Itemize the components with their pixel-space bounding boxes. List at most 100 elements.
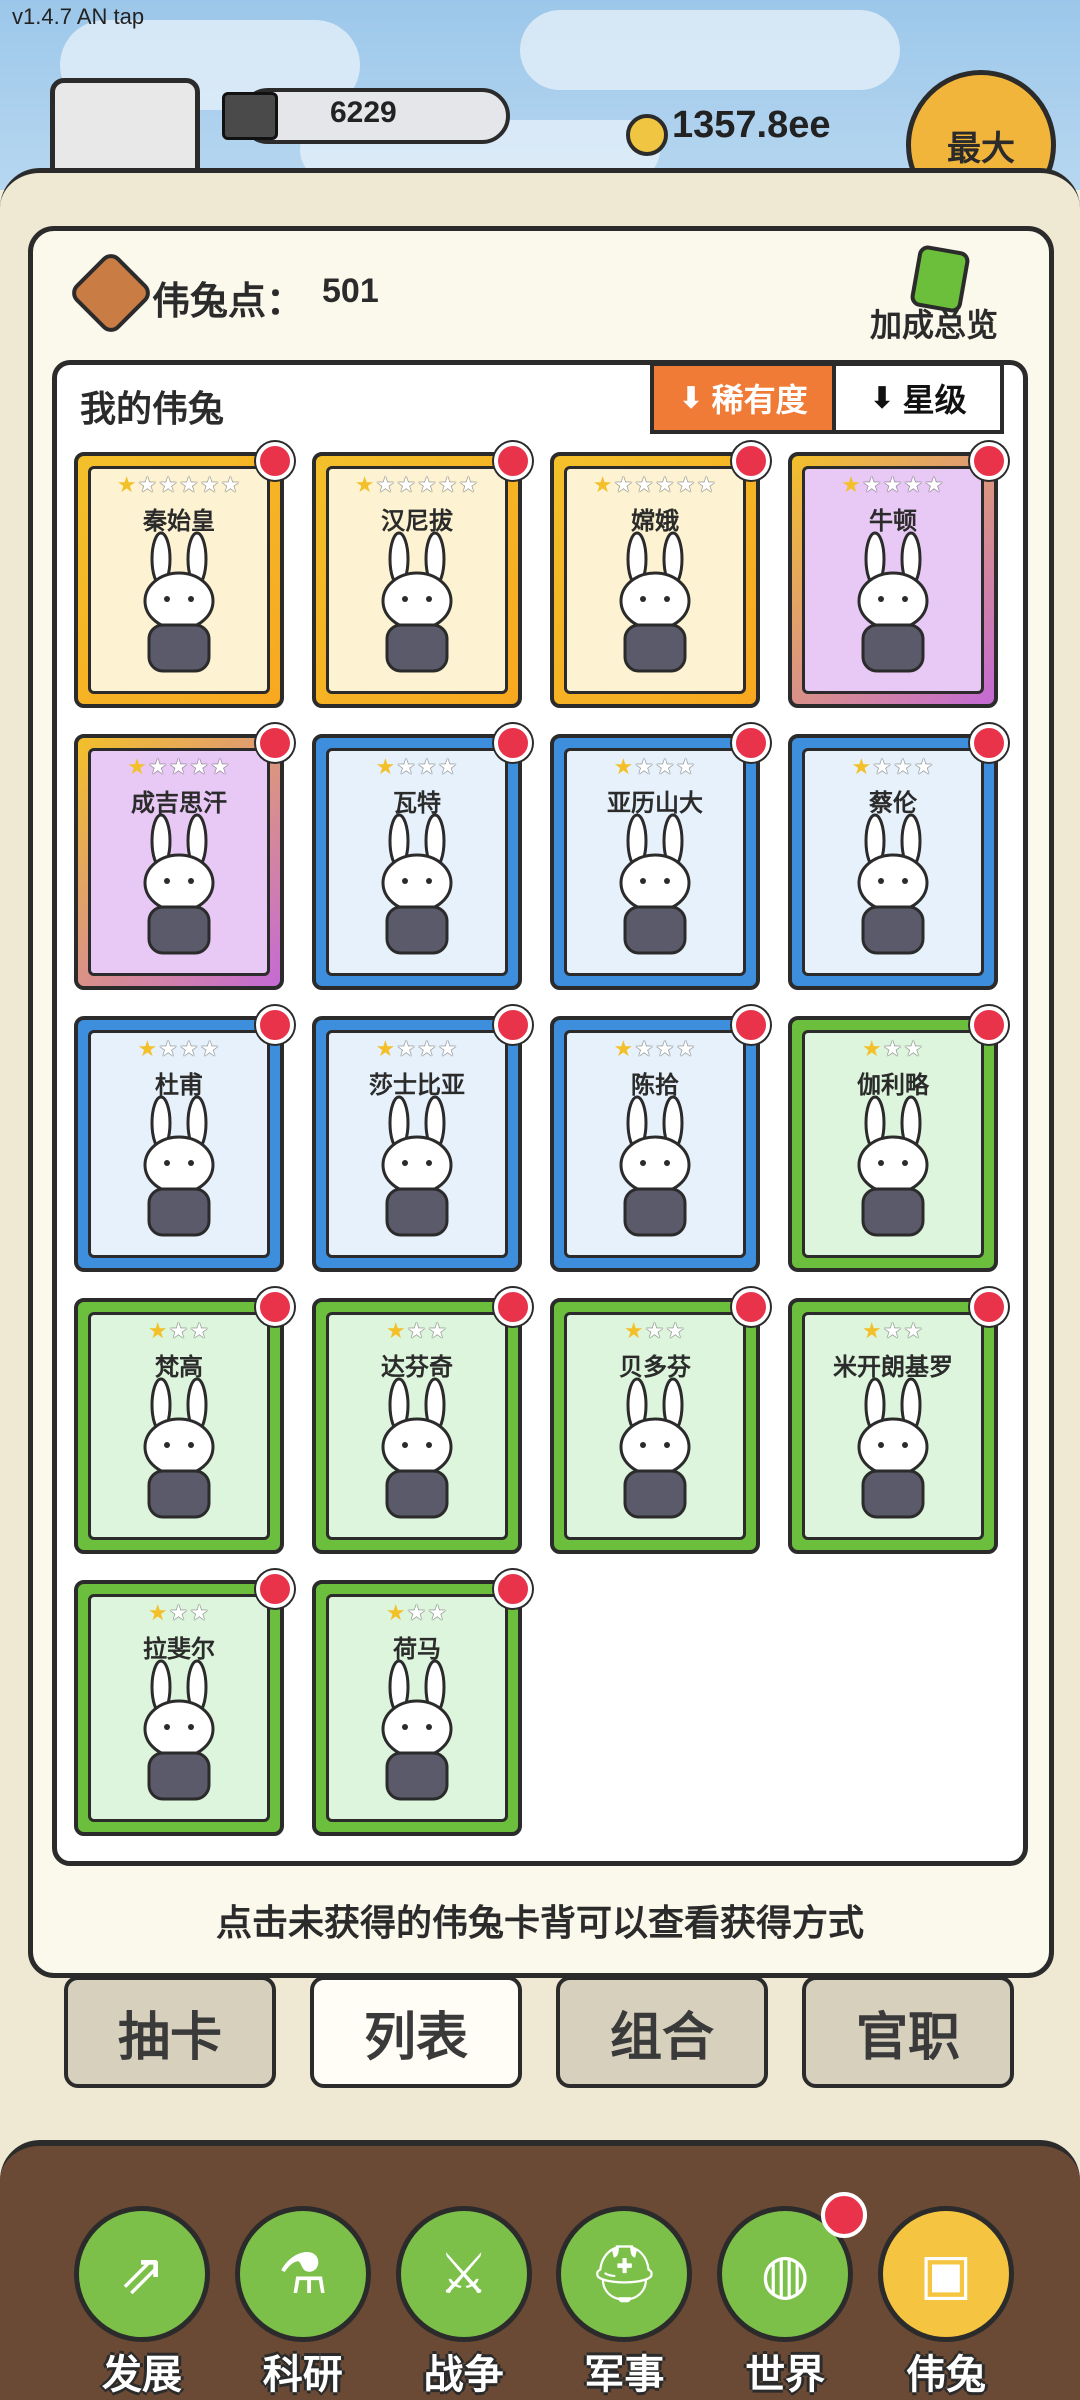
star-icon: ★ (417, 473, 438, 498)
nav-item[interactable]: ▣ 伟兔 (877, 2206, 1014, 2398)
new-badge (256, 1288, 294, 1326)
new-badge (256, 1006, 294, 1044)
points-value: 501 (322, 272, 379, 310)
star-icon: ★ (210, 755, 231, 780)
star-icon: ★ (127, 755, 148, 780)
hero-card[interactable]: ★★★★ 瓦特 (312, 724, 532, 990)
star-rating: ★★★★ (91, 1037, 267, 1062)
bunny-portrait-icon (857, 1377, 929, 1519)
star-rating: ★★★★ (329, 1037, 505, 1062)
new-badge (494, 724, 532, 762)
star-rating: ★★★★ (805, 755, 981, 780)
nav-item[interactable]: ⛑ 军事 (556, 2206, 693, 2398)
new-badge (970, 1006, 1008, 1044)
nav-item[interactable]: ⇗ 发展 (74, 2206, 210, 2398)
star-icon: ★ (655, 473, 676, 498)
hero-card[interactable]: ★★★★ 陈拾 (550, 1006, 770, 1272)
star-icon: ★ (634, 1037, 655, 1062)
new-badge (970, 442, 1008, 480)
tab-combo[interactable]: 组合 (556, 1976, 768, 2088)
nav-button[interactable]: ⚗ (234, 2206, 371, 2342)
hero-card[interactable]: ★★★★ 蔡伦 (788, 724, 1008, 990)
star-rating: ★★★ (91, 1601, 267, 1626)
star-rating: ★★★ (329, 1601, 505, 1626)
hero-card[interactable]: ★★★ 贝多芬 (550, 1288, 770, 1554)
bunny-portrait-icon (143, 531, 215, 673)
research-flask-icon: ⚗ (277, 2241, 328, 2307)
star-icon: ★ (861, 1037, 883, 1062)
nav-item[interactable]: ⚗ 科研 (234, 2206, 371, 2398)
notification-badge (821, 2192, 868, 2238)
nav-label: 发展 (102, 2352, 182, 2398)
star-icon: ★ (158, 1037, 179, 1062)
tab-office[interactable]: 官职 (802, 1976, 1014, 2088)
star-icon: ★ (354, 473, 376, 498)
bunny-portrait-icon (143, 1377, 215, 1519)
tab-list[interactable]: 列表 (310, 1976, 522, 2088)
star-rating: ★★★★★ (805, 473, 981, 498)
star-icon: ★ (168, 1601, 190, 1626)
hero-card[interactable]: ★★★ 荷马 (312, 1570, 532, 1836)
star-icon: ★ (147, 755, 169, 780)
sort-rarity-button[interactable]: ⬇ 稀有度 (654, 366, 836, 430)
hero-card[interactable]: ★★★ 达芬奇 (312, 1288, 532, 1554)
hero-card[interactable]: ★★★ 伽利略 (788, 1006, 1008, 1272)
sort-group: ⬇ 稀有度 ⬇ 星级 (650, 362, 1004, 434)
star-rating: ★★★ (91, 1319, 267, 1344)
card-face: ★★★ 伽利略 (802, 1030, 984, 1258)
star-rating: ★★★★★★ (91, 473, 267, 498)
card-face: ★★★★ 杜甫 (88, 1030, 270, 1258)
star-icon: ★ (623, 1319, 645, 1344)
bunny-portrait-icon (143, 1095, 215, 1237)
bonus-overview-button[interactable]: 加成总览 (870, 300, 998, 346)
hero-card[interactable]: ★★★ 拉斐尔 (74, 1570, 294, 1836)
star-rating: ★★★★★ (91, 755, 267, 780)
sort-star-button[interactable]: ⬇ 星级 (836, 366, 1000, 430)
bottom-nav-items: ⇗ 发展 ⚗ 科研 ⚔ 战争 ⛑ 军事 ◍ 世界 ▣ 伟兔 (74, 2192, 1014, 2398)
new-badge (494, 442, 532, 480)
hero-card[interactable]: ★★★★★★ 汉尼拔 (312, 442, 532, 708)
bunny-portrait-icon (857, 531, 929, 673)
star-icon: ★ (385, 1601, 407, 1626)
hero-card[interactable]: ★★★★★ 成吉思汗 (74, 724, 294, 990)
hero-card[interactable]: ★★★★ 亚历山大 (550, 724, 770, 990)
nav-button[interactable]: ⇗ (74, 2206, 210, 2342)
hero-card[interactable]: ★★★★★★ 嫦娥 (550, 442, 770, 708)
star-icon: ★ (406, 1319, 428, 1344)
star-icon: ★ (375, 473, 397, 498)
star-icon: ★ (644, 1319, 666, 1344)
hero-card[interactable]: ★★★★★★ 秦始皇 (74, 442, 294, 708)
star-icon: ★ (675, 755, 697, 780)
list-title: 我的伟兔 (80, 389, 225, 430)
hero-card[interactable]: ★★★★ 莎士比亚 (312, 1006, 532, 1272)
section-tabs: 抽卡 列表 组合 官职 (64, 1976, 1016, 2088)
hero-card[interactable]: ★★★ 梵高 (74, 1288, 294, 1554)
hero-card[interactable]: ★★★ 米开朗基罗 (788, 1288, 1008, 1554)
bunny-portrait-icon (857, 1095, 929, 1237)
star-icon: ★ (417, 755, 438, 780)
nav-button[interactable]: ▣ (877, 2206, 1014, 2342)
star-icon: ★ (634, 755, 655, 780)
star-icon: ★ (893, 755, 914, 780)
hero-card[interactable]: ★★★★★ 牛顿 (788, 442, 1008, 708)
nav-button[interactable]: ⛑ (556, 2206, 693, 2342)
nav-label: 军事 (584, 2352, 665, 2398)
star-icon: ★ (913, 755, 935, 780)
nav-item[interactable]: ◍ 世界 (717, 2192, 868, 2398)
star-icon: ★ (396, 755, 417, 780)
card-face: ★★★★ 蔡伦 (802, 748, 984, 976)
ingot-icon (222, 92, 278, 140)
bunny-portrait-icon (381, 531, 453, 673)
card-face: ★★★ 米开朗基罗 (802, 1312, 984, 1540)
star-icon: ★ (199, 1037, 221, 1062)
star-icon: ★ (168, 755, 190, 780)
star-rating: ★★★ (805, 1319, 981, 1344)
card-face: ★★★★ 陈拾 (564, 1030, 746, 1258)
tab-draw[interactable]: 抽卡 (64, 1976, 276, 2088)
star-icon: ★ (396, 1037, 417, 1062)
hero-card[interactable]: ★★★★ 杜甫 (74, 1006, 294, 1272)
hint-text: 点击未获得的伟兔卡背可以查看获得方式 (215, 1903, 864, 1944)
star-icon: ★ (147, 1319, 169, 1344)
nav-button[interactable]: ⚔ (395, 2206, 532, 2342)
nav-item[interactable]: ⚔ 战争 (395, 2206, 532, 2398)
